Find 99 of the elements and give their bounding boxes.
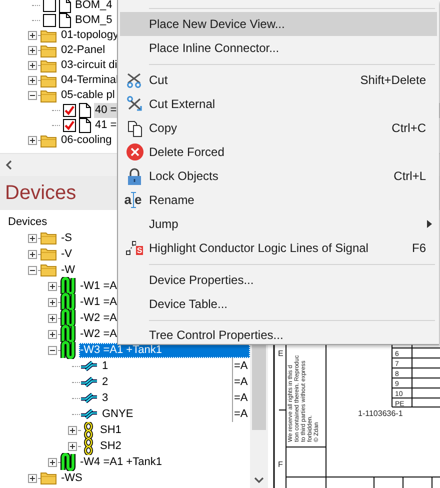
tree-item[interactable]: 2 (101, 374, 110, 390)
expand-icon[interactable] (68, 426, 77, 434)
menu-item[interactable]: Delete Forced (120, 140, 437, 164)
expand-icon[interactable] (48, 298, 57, 306)
expand-icon[interactable] (48, 458, 57, 466)
collapse-icon[interactable] (48, 346, 57, 354)
folder-icon (40, 247, 57, 261)
expand-icon[interactable] (48, 330, 57, 338)
expand-icon[interactable] (28, 250, 37, 258)
document-icon (79, 118, 91, 133)
tree-item[interactable]: -W4 =A1 +Tank1 (79, 454, 163, 470)
shortcut-label: Shift+Delete (360, 73, 426, 87)
tree-item[interactable]: -W1 =A (79, 278, 118, 294)
folder-icon (40, 74, 57, 88)
tree-item[interactable]: -WS (60, 470, 84, 486)
scissors-icon (126, 72, 143, 88)
zone-label: F (278, 460, 283, 469)
lock-icon (127, 168, 142, 184)
tree-item[interactable]: -W (60, 262, 76, 278)
tree-item[interactable]: 01-topology (60, 28, 120, 43)
checkbox[interactable] (63, 119, 76, 132)
tree-item[interactable]: -S (60, 230, 73, 246)
tree-item[interactable]: -W2 =A (79, 310, 118, 326)
wire-icon (80, 361, 98, 371)
checkbox[interactable] (43, 14, 56, 27)
document-icon (59, 13, 71, 28)
folder-icon (40, 231, 57, 245)
menu-item[interactable]: Place Inline Connector... (120, 36, 437, 60)
collapse-icon[interactable] (28, 266, 37, 274)
menu-item[interactable]: Device Properties... (120, 268, 437, 292)
tree-item[interactable]: 3 (101, 390, 110, 406)
shortcut-label: Ctrl+C (392, 121, 426, 135)
cable-icon (60, 453, 76, 471)
folder-icon (40, 44, 57, 58)
menu-item[interactable]: Device Table... (120, 292, 437, 316)
tree-item[interactable]: Devices (7, 214, 48, 230)
menu-item[interactable]: Cut External (120, 92, 437, 116)
menu-item[interactable]: Tree Control Properties... (120, 324, 437, 344)
folder-icon (40, 28, 57, 42)
tree-item[interactable]: 06-cooling (60, 133, 113, 148)
cable-icon (60, 325, 76, 343)
folder-icon (40, 58, 57, 72)
expand-icon[interactable] (28, 31, 37, 40)
tree-item[interactable]: 1 (101, 358, 110, 374)
expand-icon[interactable] (28, 234, 37, 242)
chain-icon (84, 438, 92, 454)
wire-icon (80, 393, 98, 403)
wire-icon (80, 377, 98, 387)
chain-icon (84, 422, 92, 438)
folder-icon (40, 88, 57, 102)
expand-icon[interactable] (28, 136, 37, 145)
expand-icon[interactable] (68, 442, 77, 450)
folder-icon (40, 134, 57, 148)
menu-item[interactable]: Jump (120, 212, 437, 236)
tree-item[interactable]: 05-cable pl (60, 88, 116, 103)
cable-icon (60, 309, 76, 327)
tree-item[interactable]: 41 = (94, 118, 118, 133)
shortcut-label: F6 (412, 241, 426, 255)
expand-icon[interactable] (28, 61, 37, 70)
menu-item[interactable]: Cut Shift+Delete (120, 68, 437, 92)
folder-icon (40, 471, 57, 485)
panel-title: Devices (5, 182, 76, 204)
scroll-left-icon[interactable] (5, 160, 12, 170)
tree-item[interactable]: 02-Panel (60, 43, 106, 58)
document-icon (79, 103, 91, 118)
menu-item[interactable]: Place New Device View... (120, 12, 437, 36)
zone-label: E (278, 349, 284, 358)
tree-item[interactable]: -V (60, 246, 73, 262)
tree-item[interactable]: -W2 =A (79, 326, 118, 342)
checkbox[interactable] (63, 104, 76, 117)
part-number: 1-1103636-1 (358, 409, 403, 418)
tree-item[interactable]: GNYE (101, 406, 134, 422)
copy-icon (126, 120, 142, 136)
expand-icon[interactable] (48, 314, 57, 322)
menu-item[interactable]: Lock Objects Ctrl+L (120, 164, 437, 188)
folder-icon (40, 263, 57, 277)
tree-item[interactable]: BOM_4 (74, 0, 114, 13)
checkbox[interactable] (43, 0, 56, 12)
tree-item[interactable]: SH2 (99, 438, 122, 454)
tree-item[interactable]: SH1 (99, 422, 122, 438)
cable-icon (60, 277, 76, 295)
scroll-down-icon[interactable] (254, 477, 264, 484)
expand-icon[interactable] (28, 76, 37, 85)
tree-item[interactable]: 03-circuit di (60, 58, 118, 73)
wire-icon (80, 409, 98, 419)
expand-icon[interactable] (28, 46, 37, 55)
tree-item[interactable]: 04-Terminal (60, 73, 120, 88)
cable-icon (60, 293, 76, 311)
menu-item[interactable]: Copy Ctrl+C (120, 116, 437, 140)
delete-icon (126, 143, 144, 161)
expand-icon[interactable] (48, 282, 57, 290)
menu-item[interactable]: S Highlight Conductor Logic Lines of Signal F6 (120, 236, 437, 260)
expand-icon[interactable] (28, 474, 37, 482)
collapse-icon[interactable] (28, 91, 37, 100)
shortcut-label: Ctrl+L (394, 169, 426, 183)
tree-item[interactable]: BOM_5 (74, 13, 114, 28)
scissors-icon (126, 96, 143, 112)
tree-item[interactable]: -W1 =A (79, 294, 118, 310)
cable-icon (60, 341, 76, 359)
